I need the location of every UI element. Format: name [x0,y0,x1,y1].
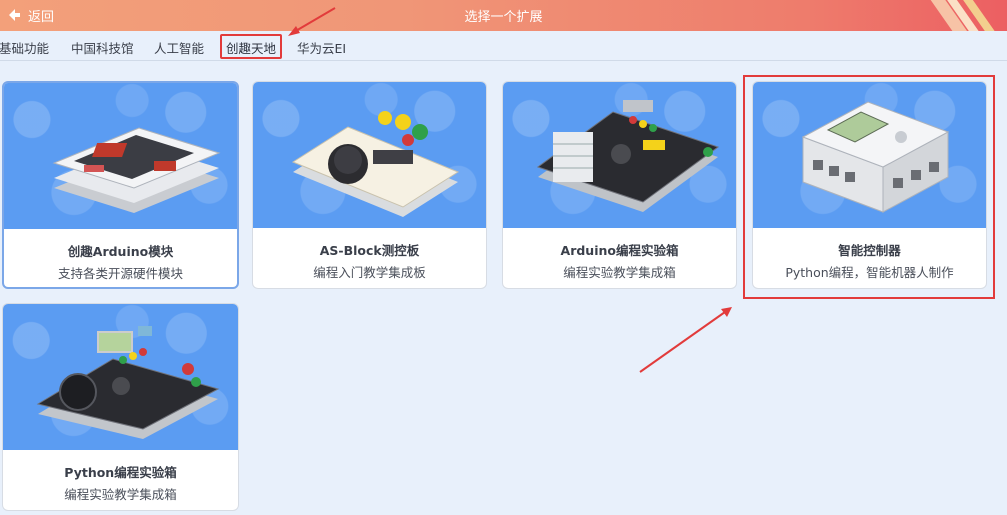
tab-highlight-box [220,34,282,59]
card-description: 编程实验教学集成箱 [64,487,177,502]
arduino-module-board-image [4,83,237,229]
tab-huawei-cloud-ei[interactable]: 华为云EI [297,38,346,57]
tab-china-science-museum[interactable]: 中国科技馆 [71,38,134,57]
top-header: 返回 选择一个扩展 [0,0,1007,31]
card-description: 支持各类开源硬件模块 [57,266,183,281]
card-title: Arduino编程实验箱 [560,243,679,258]
tab-artificial-intelligence[interactable]: 人工智能 [154,38,204,57]
python-lab-kit-image [3,304,238,450]
card-title: Python编程实验箱 [64,465,177,480]
extension-card[interactable]: 创趣Arduino模块 支持各类开源硬件模块 [2,81,239,289]
card-description: 编程入门教学集成板 [313,265,426,280]
extension-card[interactable]: AS-Block测控板 编程入门教学集成板 [252,81,487,289]
card-title: AS-Block测控板 [319,243,420,258]
arduino-lab-kit-image [503,82,736,228]
category-tabbar: 基础功能 中国科技馆 人工智能 创趣天地 华为云EI [0,31,1007,61]
as-block-control-board-image [253,82,486,228]
card-title: 创趣Arduino模块 [67,244,174,259]
extension-card[interactable]: Python编程实验箱 编程实验教学集成箱 [2,303,239,511]
card-pointer-arrow-icon [639,307,732,373]
page-title: 选择一个扩展 [464,10,543,25]
extension-card[interactable]: Arduino编程实验箱 编程实验教学集成箱 [502,81,737,289]
tab-basic-functions[interactable]: 基础功能 [0,38,49,57]
card-highlight-box [743,75,995,299]
card-description: 编程实验教学集成箱 [563,265,676,280]
